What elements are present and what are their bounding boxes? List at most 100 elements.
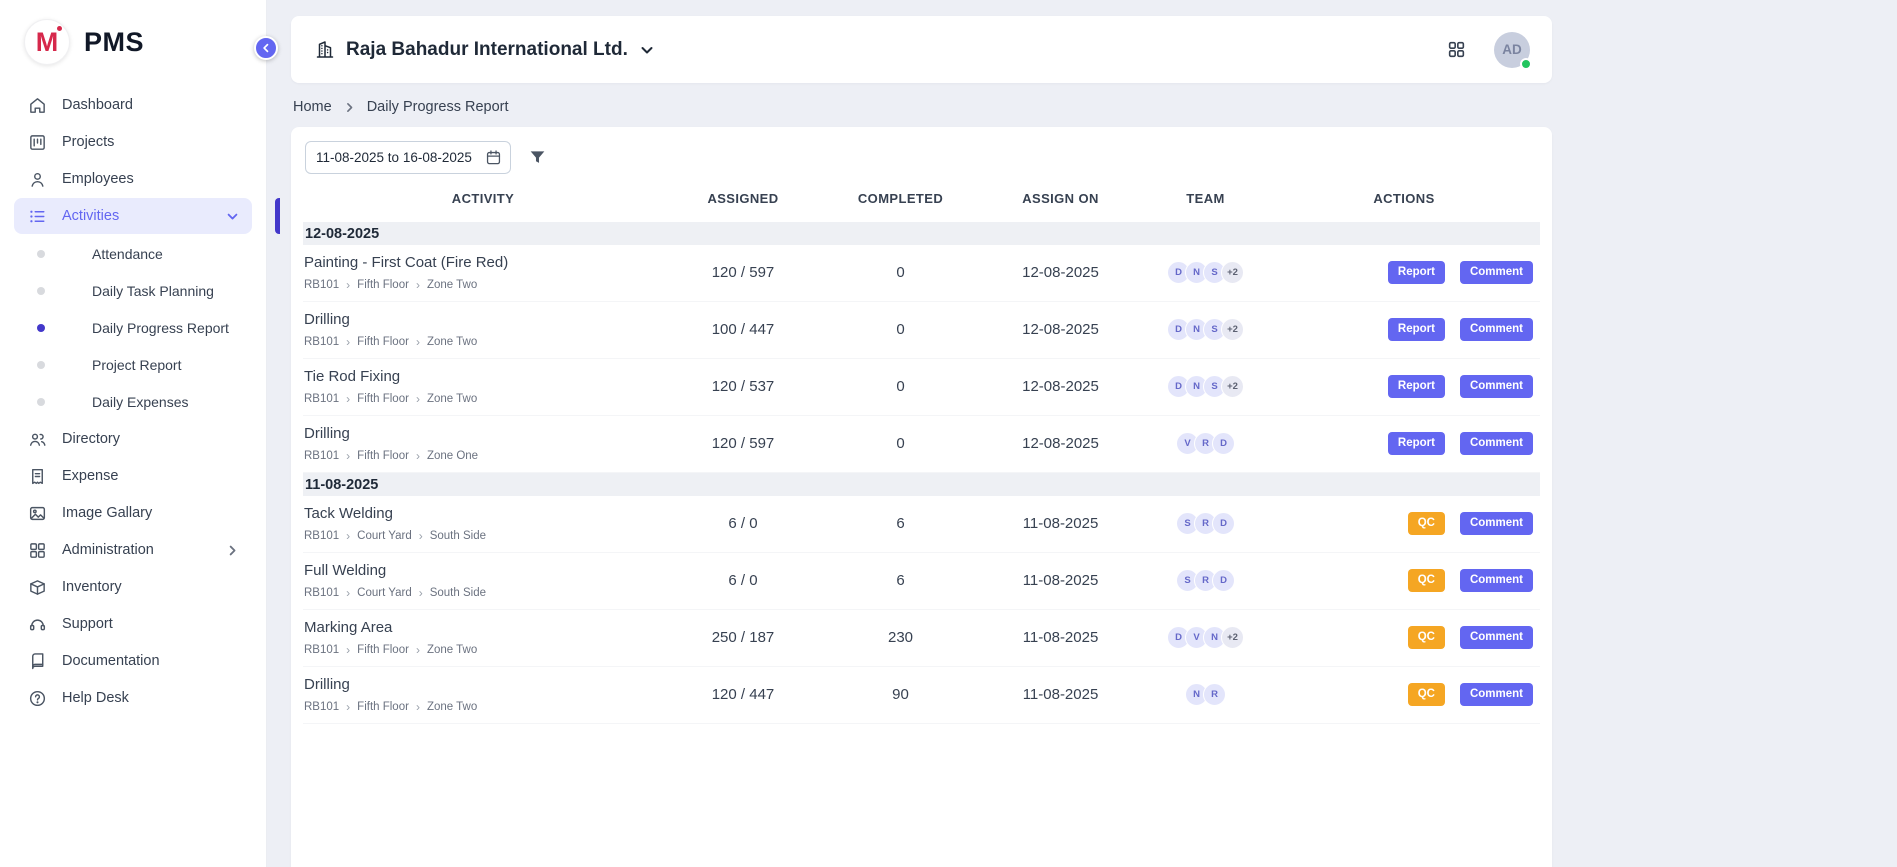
sidebar-subitem-label: Project Report <box>92 357 181 373</box>
team-avatar[interactable]: D <box>1212 569 1235 592</box>
bullet-dot-icon <box>37 324 45 332</box>
qc-button[interactable]: QC <box>1408 512 1445 535</box>
chevron-left-icon <box>260 42 272 54</box>
chevron-right-icon: › <box>346 701 350 713</box>
main-area: Raja Bahadur International Ltd. AD Home … <box>267 0 1897 867</box>
sidebar-item-employees[interactable]: Employees <box>0 161 266 197</box>
sidebar-item-directory[interactable]: Directory <box>0 421 266 457</box>
sidebar-item-expense[interactable]: Expense <box>0 458 266 494</box>
sidebar-item-support[interactable]: Support <box>0 606 266 642</box>
sidebar-item-inventory[interactable]: Inventory <box>0 569 266 605</box>
activity-path: RB101›Court Yard›South Side <box>304 587 663 599</box>
comment-button[interactable]: Comment <box>1460 432 1533 455</box>
comment-button[interactable]: Comment <box>1460 512 1533 535</box>
team-cell: DNS+2 <box>1143 375 1268 398</box>
breadcrumb-home[interactable]: Home <box>293 99 332 115</box>
chevron-right-icon: › <box>346 644 350 656</box>
activities-icon <box>27 206 47 226</box>
sidebar-item-label: Dashboard <box>62 97 133 113</box>
company-name: Raja Bahadur International Ltd. <box>346 39 628 61</box>
sidebar-item-activities[interactable]: Activities <box>0 198 266 234</box>
expense-icon <box>27 466 47 486</box>
chevron-right-icon: › <box>416 644 420 656</box>
sidebar-item-documentation[interactable]: Documentation <box>0 643 266 679</box>
path-segment: Fifth Floor <box>357 336 409 348</box>
team-overflow-badge[interactable]: +2 <box>1221 318 1244 341</box>
qc-button[interactable]: QC <box>1408 626 1445 649</box>
activity-name: Drilling <box>304 311 663 328</box>
completed-cell: 0 <box>823 264 978 281</box>
activity-path: RB101›Fifth Floor›Zone Two <box>304 336 663 348</box>
qc-button[interactable]: QC <box>1408 683 1445 706</box>
team-cell: SRD <box>1143 569 1268 592</box>
activity-name: Full Welding <box>304 562 663 579</box>
sidebar-item-projects[interactable]: Projects <box>0 124 266 160</box>
sidebar-subitem-project-report[interactable]: Project Report <box>0 346 266 383</box>
sidebar-collapse-button[interactable] <box>254 36 278 60</box>
column-header-actions: ACTIONS <box>1268 191 1540 206</box>
sidebar-item-label: Administration <box>62 542 154 558</box>
qc-button[interactable]: QC <box>1408 569 1445 592</box>
activity-path: RB101›Fifth Floor›Zone Two <box>304 279 663 291</box>
assign-on-cell: 12-08-2025 <box>978 264 1143 281</box>
assigned-cell: 120 / 447 <box>663 686 823 703</box>
team-overflow-badge[interactable]: +2 <box>1221 375 1244 398</box>
comment-button[interactable]: Comment <box>1460 626 1533 649</box>
chevron-right-icon: › <box>416 701 420 713</box>
path-segment: RB101 <box>304 393 339 405</box>
path-segment: Zone Two <box>427 279 477 291</box>
report-button[interactable]: Report <box>1388 318 1445 341</box>
comment-button[interactable]: Comment <box>1460 318 1533 341</box>
path-segment: Zone Two <box>427 336 477 348</box>
table-row: Marking Area RB101›Fifth Floor›Zone Two … <box>303 610 1540 667</box>
sidebar-item-dashboard[interactable]: Dashboard <box>0 87 266 123</box>
table-header: ACTIVITY ASSIGNED COMPLETED ASSIGN ON TE… <box>303 174 1540 222</box>
comment-button[interactable]: Comment <box>1460 683 1533 706</box>
sidebar-item-label: Activities <box>62 208 119 224</box>
path-segment: Zone One <box>427 450 478 462</box>
comment-button[interactable]: Comment <box>1460 569 1533 592</box>
user-avatar[interactable]: AD <box>1494 32 1530 68</box>
report-button[interactable]: Report <box>1388 375 1445 398</box>
sidebar-item-image-gallary[interactable]: Image Gallary <box>0 495 266 531</box>
column-header-assigned: ASSIGNED <box>663 191 823 206</box>
apps-grid-icon[interactable] <box>1447 40 1466 59</box>
team-avatar[interactable]: R <box>1203 683 1226 706</box>
sidebar-subitem-daily-progress-report[interactable]: Daily Progress Report <box>0 309 266 346</box>
team-overflow-badge[interactable]: +2 <box>1221 626 1244 649</box>
table-row: Tie Rod Fixing RB101›Fifth Floor›Zone Tw… <box>303 359 1540 416</box>
company-selector[interactable]: Raja Bahadur International Ltd. <box>315 39 655 61</box>
sidebar-item-label: Support <box>62 616 113 632</box>
sidebar-subitem-daily-expenses[interactable]: Daily Expenses <box>0 383 266 420</box>
sidebar-subitem-label: Attendance <box>92 246 163 262</box>
sidebar-item-administration[interactable]: Administration <box>0 532 266 568</box>
bullet-dot-icon <box>37 287 45 295</box>
home-icon <box>27 95 47 115</box>
bullet-dot-icon <box>37 361 45 369</box>
chevron-right-icon: › <box>346 530 350 542</box>
report-button[interactable]: Report <box>1388 432 1445 455</box>
sidebar: M PMS Dashboard Projects Employees Activ… <box>0 0 267 867</box>
assigned-cell: 120 / 597 <box>663 264 823 281</box>
team-avatar[interactable]: D <box>1212 432 1235 455</box>
sidebar-item-label: Image Gallary <box>62 505 152 521</box>
activity-path: RB101›Fifth Floor›Zone Two <box>304 644 663 656</box>
support-icon <box>27 614 47 634</box>
date-range-input[interactable]: 11-08-2025 to 16-08-2025 <box>305 141 511 174</box>
sidebar-item-label: Directory <box>62 431 120 447</box>
sidebar-item-help-desk[interactable]: Help Desk <box>0 680 266 716</box>
comment-button[interactable]: Comment <box>1460 375 1533 398</box>
team-avatar[interactable]: D <box>1212 512 1235 535</box>
path-segment: Fifth Floor <box>357 701 409 713</box>
comment-button[interactable]: Comment <box>1460 261 1533 284</box>
assigned-cell: 6 / 0 <box>663 515 823 532</box>
sidebar-subitem-daily-task-planning[interactable]: Daily Task Planning <box>0 272 266 309</box>
activity-path: RB101›Fifth Floor›Zone Two <box>304 701 663 713</box>
filter-icon[interactable] <box>528 148 547 167</box>
topbar: Raja Bahadur International Ltd. AD <box>291 16 1552 83</box>
chevron-right-icon: › <box>346 279 350 291</box>
sidebar-subitem-attendance[interactable]: Attendance <box>0 235 266 272</box>
team-overflow-badge[interactable]: +2 <box>1221 261 1244 284</box>
report-button[interactable]: Report <box>1388 261 1445 284</box>
activity-name: Drilling <box>304 425 663 442</box>
